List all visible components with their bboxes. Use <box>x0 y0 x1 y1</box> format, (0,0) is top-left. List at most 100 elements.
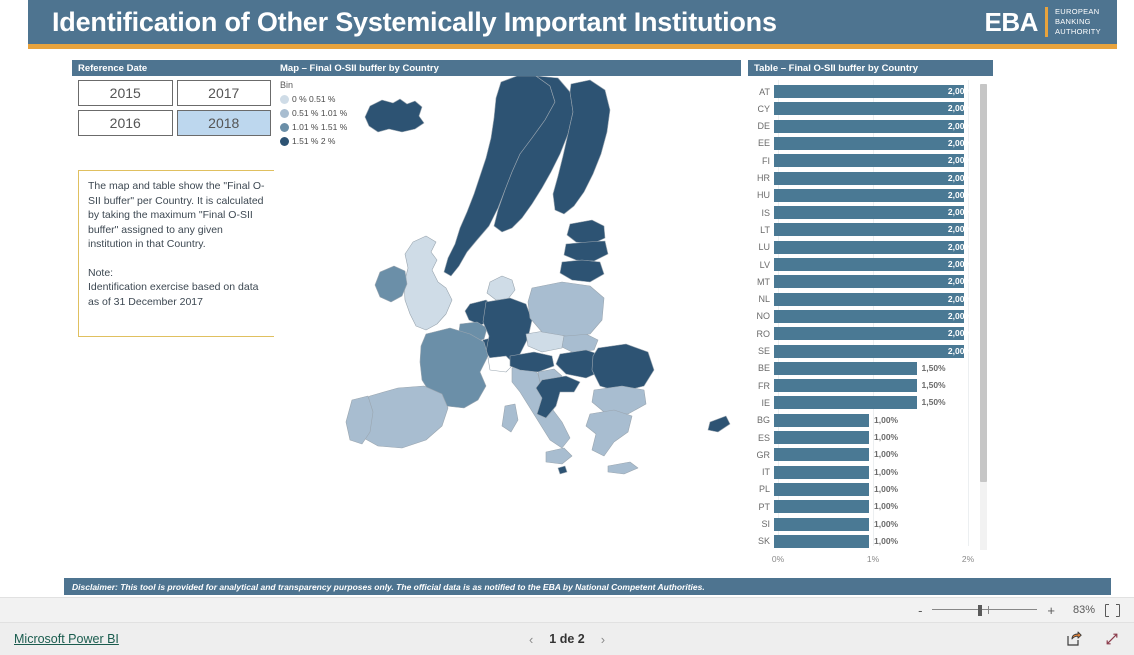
zoom-slider-thumb[interactable] <box>978 605 983 616</box>
table-visual[interactable]: AT 2,00% CY 2,00% DE 2,00% EE 2,00% FI 2,00% HR 2,0… <box>748 76 993 571</box>
fit-to-page-icon[interactable] <box>1105 603 1120 617</box>
table-row[interactable]: DE 2,00% <box>748 119 976 134</box>
table-row[interactable]: PL 1,00% <box>748 482 976 497</box>
row-bar-fill[interactable] <box>774 379 917 393</box>
row-bar-fill[interactable] <box>774 136 964 150</box>
year-button-2018[interactable]: 2018 <box>176 110 271 136</box>
row-bar-fill[interactable] <box>774 154 964 168</box>
map-country-croatia[interactable] <box>535 375 581 419</box>
map-country-iceland[interactable] <box>364 98 425 133</box>
table-row[interactable]: FI 2,00% <box>748 153 976 168</box>
reference-date-slicer[interactable]: 2015 2017 2016 2018 <box>72 76 277 142</box>
power-bi-report-viewer: Identification of Other Systemically Imp… <box>0 0 1134 655</box>
table-row[interactable]: BG 1,00% <box>748 413 976 428</box>
map-country-sicily[interactable] <box>545 447 573 465</box>
row-bar-fill[interactable] <box>774 361 917 375</box>
row-bar-fill[interactable] <box>774 275 964 289</box>
row-value-label: 2,00% <box>947 103 972 114</box>
row-bar-fill[interactable] <box>774 223 964 237</box>
row-bar-fill[interactable] <box>774 327 964 341</box>
row-bar-fill[interactable] <box>774 206 964 220</box>
map-country-denmark[interactable] <box>486 275 516 301</box>
row-category-label: FR <box>758 380 770 391</box>
row-bar-fill[interactable] <box>774 413 869 427</box>
table-row[interactable]: RO 2,00% <box>748 326 976 341</box>
table-row[interactable]: SK 1,00% <box>748 534 976 549</box>
row-bar-fill[interactable] <box>774 396 917 410</box>
map-country-lithuania[interactable] <box>559 259 605 283</box>
row-bar-fill[interactable] <box>774 448 869 462</box>
row-category-label: NO <box>756 311 771 322</box>
table-row[interactable]: IT 1,00% <box>748 465 976 480</box>
row-bar-fill[interactable] <box>774 500 869 514</box>
row-bar-fill[interactable] <box>774 309 964 323</box>
year-button-2016[interactable]: 2016 <box>78 110 173 136</box>
fullscreen-icon[interactable] <box>1104 631 1120 647</box>
table-scrollbar[interactable] <box>980 84 987 550</box>
row-bar-fill[interactable] <box>774 102 964 116</box>
map-country-romania[interactable] <box>591 343 655 393</box>
map-country-slovakia[interactable] <box>561 333 599 354</box>
table-row[interactable]: ES 1,00% <box>748 430 976 445</box>
table-row[interactable]: SI 1,00% <box>748 517 976 532</box>
year-button-2015[interactable]: 2015 <box>78 80 173 106</box>
table-row[interactable]: BE 1,50% <box>748 361 976 376</box>
table-row[interactable]: PT 1,00% <box>748 499 976 514</box>
row-bar-fill[interactable] <box>774 258 964 271</box>
table-row[interactable]: EE 2,00% <box>748 136 976 151</box>
previous-page-icon[interactable]: ‹ <box>529 632 533 647</box>
row-bar-fill[interactable] <box>774 431 869 444</box>
row-bar-fill[interactable] <box>774 292 964 306</box>
row-bar-fill[interactable] <box>774 482 869 496</box>
map-country-malta[interactable] <box>557 465 568 475</box>
table-row[interactable]: IS 2,00% <box>748 205 976 220</box>
row-bar-fill[interactable] <box>774 171 964 185</box>
row-bar-fill[interactable] <box>774 465 869 479</box>
zoom-out-button[interactable]: - <box>918 604 922 617</box>
zoom-in-button[interactable]: + <box>1047 604 1055 617</box>
row-value-label: 1,50% <box>921 380 946 391</box>
europe-choropleth-map[interactable] <box>274 76 741 571</box>
map-country-cyprus[interactable] <box>707 415 731 433</box>
table-row[interactable]: HR 2,00% <box>748 171 976 186</box>
table-row[interactable]: FR 1,50% <box>748 378 976 393</box>
table-row[interactable]: NO 2,00% <box>748 309 976 324</box>
map-country-sardinia[interactable] <box>501 403 519 433</box>
table-row[interactable]: LU 2,00% <box>748 240 976 255</box>
table-row[interactable]: CY 2,00% <box>748 101 976 116</box>
map-country-bulgaria[interactable] <box>591 385 647 415</box>
map-country-united-kingdom[interactable] <box>403 235 453 331</box>
row-bar-fill[interactable] <box>774 188 964 202</box>
map-visual[interactable]: Bin 0 % 0.51 % 0.51 % 1.01 % 1.01 % 1.51 %… <box>274 76 741 571</box>
table-row[interactable]: LV 2,00% <box>748 257 976 272</box>
table-row[interactable]: NL 2,00% <box>748 292 976 307</box>
microsoft-power-bi-link[interactable]: Microsoft Power BI <box>14 632 119 646</box>
row-bar-fill[interactable] <box>774 517 869 531</box>
map-country-latvia[interactable] <box>563 240 609 262</box>
zoom-slider-track <box>932 609 1038 610</box>
row-bar-fill[interactable] <box>774 344 964 358</box>
map-country-estonia[interactable] <box>566 219 606 245</box>
table-row[interactable]: LT 2,00% <box>748 222 976 237</box>
row-value-label: 2,00% <box>947 120 972 131</box>
next-page-icon[interactable]: › <box>601 632 605 647</box>
table-row[interactable]: IE 1,50% <box>748 395 976 410</box>
year-button-2017[interactable]: 2017 <box>176 80 271 106</box>
table-row[interactable]: MT 2,00% <box>748 274 976 289</box>
zoom-slider[interactable] <box>932 604 1038 616</box>
map-country-greece[interactable] <box>585 409 633 457</box>
table-row[interactable]: SE 2,00% <box>748 344 976 359</box>
table-row[interactable]: AT 2,00% <box>748 84 976 99</box>
row-bar-fill[interactable] <box>774 119 964 133</box>
table-scrollbar-thumb[interactable] <box>980 84 987 482</box>
row-bar-fill[interactable] <box>774 85 964 98</box>
map-country-crete[interactable] <box>607 461 639 475</box>
table-row[interactable]: HU 2,00% <box>748 188 976 203</box>
map-country-poland[interactable] <box>527 281 605 337</box>
share-icon[interactable] <box>1066 631 1082 647</box>
map-country-ireland[interactable] <box>374 265 408 303</box>
table-row[interactable]: GR 1,00% <box>748 447 976 462</box>
row-bar-fill[interactable] <box>774 240 964 254</box>
row-bar-fill[interactable] <box>774 534 869 548</box>
row-bar-track: 2,00% <box>774 188 976 202</box>
